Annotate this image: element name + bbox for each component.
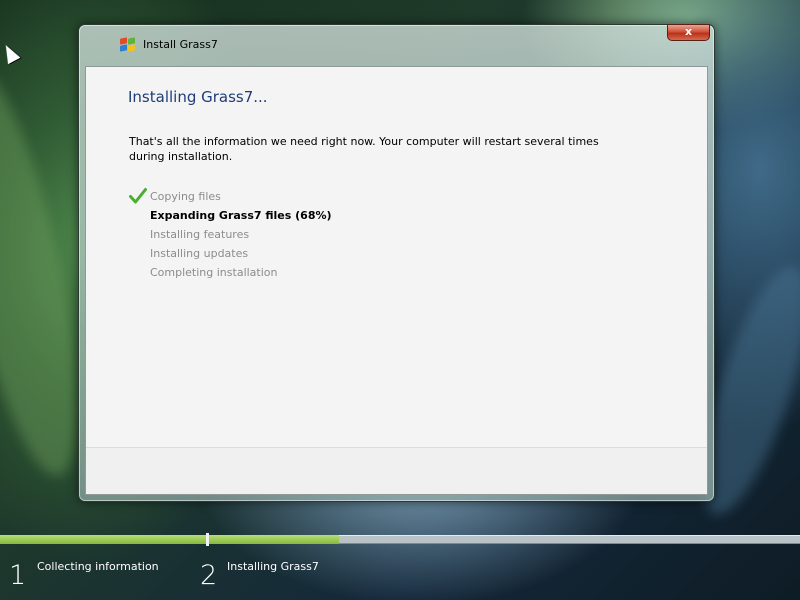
step-label: Expanding Grass7 files (68%)	[150, 209, 332, 222]
mouse-cursor-icon	[0, 41, 21, 65]
close-icon: x	[684, 25, 693, 38]
windows-logo-icon	[120, 37, 136, 52]
page-title: Installing Grass7...	[128, 88, 268, 106]
title-bar[interactable]: Install Grass7 x	[79, 24, 714, 67]
info-text: That's all the information we need right…	[129, 135, 599, 163]
step-installing-updates: Installing updates	[129, 246, 332, 265]
step-completing-installation: Completing installation	[129, 265, 332, 284]
step-label: Completing installation	[150, 266, 278, 279]
step-label: Copying files	[150, 190, 221, 203]
step-copying-files: Copying files	[129, 188, 332, 208]
close-button[interactable]: x	[667, 24, 710, 41]
phase-2-progress-fill	[209, 535, 339, 544]
phase-1-progress-fill	[0, 535, 206, 544]
installer-content: Installing Grass7... That's all the info…	[85, 66, 708, 495]
dialog-footer	[86, 447, 707, 494]
step-expanding-files: Expanding Grass7 files (68%)	[129, 208, 332, 227]
phase-label: Collecting information	[37, 560, 159, 573]
setup-progress-bar	[0, 533, 800, 546]
phase-number: 1	[9, 560, 27, 591]
checkmark-icon	[129, 188, 147, 204]
phase-label: Installing Grass7	[227, 560, 319, 573]
step-installing-features: Installing features	[129, 227, 332, 246]
install-steps-list: Copying files Expanding Grass7 files (68…	[129, 188, 332, 284]
window-title: Install Grass7	[143, 38, 218, 51]
step-label: Installing features	[150, 228, 250, 241]
installer-window: Install Grass7 x Installing Grass7... Th…	[78, 24, 715, 502]
step-label: Installing updates	[150, 247, 249, 260]
phase-number: 2	[200, 560, 218, 591]
